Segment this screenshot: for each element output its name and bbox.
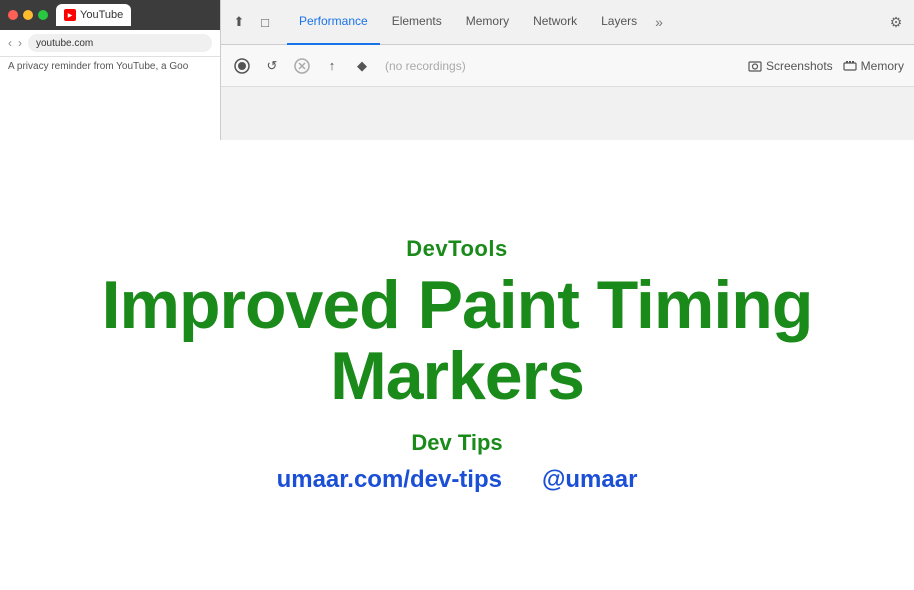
tab-performance[interactable]: Performance: [287, 0, 380, 45]
address-input[interactable]: youtube.com: [28, 34, 212, 52]
screenshots-toggle[interactable]: Screenshots: [748, 59, 833, 73]
privacy-text: A privacy reminder from YouTube, a Goo: [8, 61, 188, 72]
reload-record-button[interactable]: ↺: [261, 55, 283, 77]
screenshots-label: Screenshots: [766, 59, 833, 73]
maximize-window-button[interactable]: [38, 10, 48, 20]
privacy-bar: A privacy reminder from YouTube, a Goo: [0, 56, 220, 76]
performance-toolbar: ↺ ↑ ◆ (no recordings) Screenshots: [221, 45, 914, 87]
back-button[interactable]: ‹: [8, 36, 12, 50]
youtube-tab[interactable]: YouTube: [56, 4, 131, 26]
tab-elements[interactable]: Elements: [380, 0, 454, 45]
devtips-links: umaar.com/dev-tips @umaar: [277, 466, 638, 494]
devtips-overlay-card: DevTools Improved Paint Timing Markers D…: [0, 140, 914, 590]
load-profile-button[interactable]: ↑: [321, 55, 343, 77]
devtools-settings-button[interactable]: ⚙: [886, 12, 906, 32]
capture-settings-button[interactable]: ◆: [351, 55, 373, 77]
record-button[interactable]: [231, 55, 253, 77]
devtips-subtitle: Dev Tips: [411, 430, 502, 456]
devtips-twitter[interactable]: @umaar: [542, 466, 637, 494]
forward-button[interactable]: ›: [18, 36, 22, 50]
devtools-toolbar: ⬆ □ Performance Elements Memory Network …: [221, 0, 914, 45]
youtube-browser-bg: YouTube ‹ › youtube.com A privacy remind…: [0, 0, 220, 140]
device-toolbar-icon[interactable]: □: [255, 12, 275, 32]
devtools-panel: ⬆ □ Performance Elements Memory Network …: [220, 0, 914, 140]
devtools-icons: ⬆ □: [229, 12, 275, 32]
inspect-element-icon[interactable]: ⬆: [229, 12, 249, 32]
memory-label: Memory: [861, 59, 904, 73]
title-line1: Improved Paint Timing: [102, 267, 813, 343]
main-content: Trending DevTools Improved Paint Timing …: [0, 140, 914, 590]
perf-right-controls: Screenshots Memory: [748, 59, 904, 73]
tab-network[interactable]: Network: [521, 0, 589, 45]
tab-layers[interactable]: Layers: [589, 0, 649, 45]
tab-memory[interactable]: Memory: [454, 0, 521, 45]
more-tabs-button[interactable]: »: [649, 14, 669, 30]
youtube-favicon-icon: [64, 9, 76, 21]
clear-button[interactable]: [291, 55, 313, 77]
no-recordings-label: (no recordings): [385, 59, 466, 73]
memory-toggle[interactable]: Memory: [843, 59, 904, 73]
close-window-button[interactable]: [8, 10, 18, 20]
browser-chrome: YouTube ‹ › youtube.com A privacy remind…: [0, 0, 914, 140]
minimize-window-button[interactable]: [23, 10, 33, 20]
devtools-tag: DevTools: [406, 236, 507, 262]
title-line2: Markers: [330, 338, 584, 414]
devtips-main-title: Improved Paint Timing Markers: [102, 270, 813, 413]
traffic-lights: [8, 10, 48, 20]
address-bar: ‹ › youtube.com: [0, 30, 220, 56]
youtube-tab-label: YouTube: [80, 9, 123, 21]
devtools-tabs: Performance Elements Memory Network Laye…: [287, 0, 882, 45]
devtips-url[interactable]: umaar.com/dev-tips: [277, 466, 502, 494]
tab-bar: YouTube: [0, 0, 220, 30]
